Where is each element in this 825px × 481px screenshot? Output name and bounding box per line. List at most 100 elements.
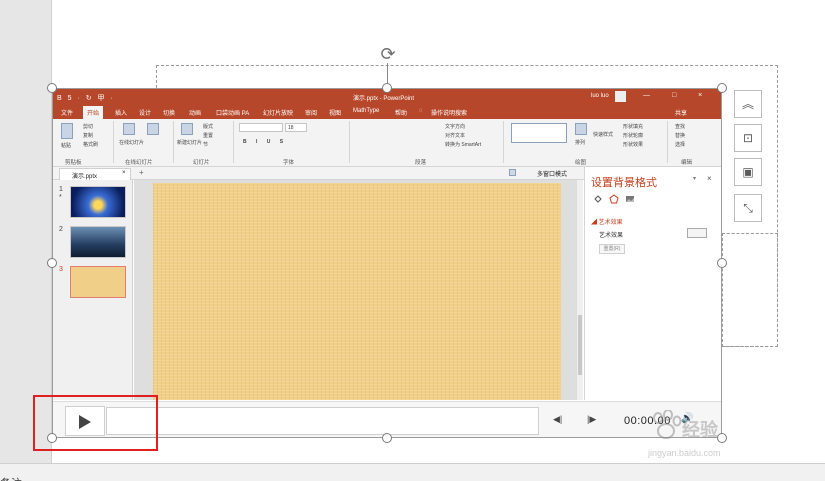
resize-handle-bottom[interactable]: [382, 433, 392, 443]
crop-resize-icon[interactable]: ⤡: [734, 194, 762, 222]
slide-thumbnail-3[interactable]: [70, 266, 126, 298]
new-slide-icon[interactable]: [181, 123, 193, 135]
slide-thumbnail-1[interactable]: [70, 186, 126, 218]
new-slide-icon[interactable]: [147, 123, 159, 135]
vertical-scrollbar[interactable]: [576, 180, 583, 400]
ribbon-home: 粘贴 剪切 复制 格式刷 剪贴板 在线幻灯片 在线幻灯片 新建幻灯片 版式 重置…: [53, 119, 721, 167]
ribbon-divider: [173, 121, 174, 163]
font-style-buttons[interactable]: B I U S: [243, 139, 287, 145]
artistic-effects-dropdown[interactable]: [687, 228, 707, 238]
document-tab-name: 演示.pptx: [72, 174, 98, 180]
document-tab[interactable]: 演示.pptx ×: [59, 168, 131, 180]
align-text-button[interactable]: 对齐文本: [445, 132, 465, 139]
slide-canvas[interactable]: [153, 183, 561, 400]
search-icon[interactable]: ◌: [419, 108, 423, 114]
window-title: 演示.pptx - PowerPoint: [353, 96, 415, 102]
add-tab-icon[interactable]: +: [139, 168, 144, 177]
watermark-title: 经验: [682, 420, 718, 440]
avatar[interactable]: [615, 91, 626, 102]
user-name[interactable]: luo luo: [591, 93, 609, 99]
font-name-field[interactable]: [239, 123, 283, 132]
cut-button[interactable]: 剪切: [83, 123, 93, 130]
tab-home[interactable]: 开始: [83, 106, 104, 119]
group-editing: 编辑: [681, 160, 693, 166]
tab-animations[interactable]: 动画: [189, 108, 201, 117]
close-icon[interactable]: ×: [122, 170, 126, 176]
notes-label[interactable]: 备注: [0, 475, 22, 481]
tab-file[interactable]: 文件: [61, 108, 73, 117]
notes-bar[interactable]: 备注: [0, 463, 825, 481]
reset-button[interactable]: 重置(R): [599, 244, 625, 254]
share-button[interactable]: 共享: [675, 108, 687, 117]
replace-button[interactable]: 替换: [675, 132, 685, 139]
resize-handle-left[interactable]: [47, 258, 57, 268]
effects-pentagon-icon[interactable]: [609, 194, 619, 204]
multi-window-toggle[interactable]: 多窗口模式: [537, 169, 567, 178]
section-button[interactable]: 节: [203, 141, 208, 148]
tab-mathtype[interactable]: MathType: [353, 108, 379, 114]
select-button[interactable]: 选择: [675, 141, 685, 148]
shapes-gallery[interactable]: [511, 123, 567, 143]
convert-smartart-button[interactable]: 转换为 SmartArt: [445, 141, 481, 148]
reset-button[interactable]: 重置: [203, 132, 213, 139]
rotate-handle-icon[interactable]: ⟳: [378, 44, 398, 64]
collapse-up-icon[interactable]: ︽: [734, 90, 762, 118]
previous-icon[interactable]: ◀|: [553, 414, 562, 425]
font-size-field[interactable]: 18: [285, 123, 307, 132]
seek-bar[interactable]: [106, 407, 539, 435]
resize-handle-top-right[interactable]: [717, 83, 727, 93]
arrange-button[interactable]: 排列: [575, 139, 585, 146]
resize-handle-right[interactable]: [717, 258, 727, 268]
tab-pocket-animation[interactable]: 口袋动画 PA: [216, 108, 249, 117]
tab-slideshow[interactable]: 幻灯片放映: [263, 108, 293, 117]
scrollbar-thumb[interactable]: [578, 315, 582, 375]
paste-label[interactable]: 粘贴: [61, 142, 71, 149]
paste-icon[interactable]: [61, 123, 73, 139]
highlight-annotation: [33, 395, 158, 451]
artistic-effects-section[interactable]: ◢ 艺术效果: [591, 217, 623, 226]
fill-bucket-icon[interactable]: [593, 194, 603, 204]
layout-button[interactable]: 版式: [203, 123, 213, 130]
quick-access-toolbar[interactable]: B 5 · ↻ 甲 ·: [57, 93, 115, 103]
embedded-screenshot[interactable]: B 5 · ↻ 甲 · 演示.pptx - PowerPoint luo luo…: [52, 88, 722, 438]
online-slides-button[interactable]: 在线幻灯片: [119, 139, 144, 146]
font-size-value: 18: [288, 125, 294, 131]
online-slides-icon[interactable]: [123, 123, 135, 135]
close-icon[interactable]: ×: [707, 174, 712, 183]
arrange-icon[interactable]: [575, 123, 587, 135]
chevron-down-icon[interactable]: ▾: [693, 175, 696, 182]
shape-fill-button[interactable]: 形状填充: [623, 123, 643, 130]
tab-help[interactable]: 帮助: [395, 108, 407, 117]
resize-handle-top-left[interactable]: [47, 83, 57, 93]
pane-title: 设置背景格式: [591, 177, 657, 189]
tab-insert[interactable]: 插入: [115, 108, 127, 117]
find-button[interactable]: 查找: [675, 123, 685, 130]
group-drawing: 绘图: [575, 160, 587, 166]
tab-transitions[interactable]: 切换: [163, 108, 175, 117]
paw-logo-icon: [653, 410, 682, 439]
group-paragraph: 段落: [415, 160, 427, 166]
quick-styles-button[interactable]: 快速样式: [593, 131, 613, 138]
new-slide-button[interactable]: 新建幻灯片: [177, 139, 202, 146]
slide-editing-area: [134, 180, 576, 400]
tab-review[interactable]: 审阅: [305, 108, 317, 117]
text-direction-button[interactable]: 文字方向: [445, 123, 465, 130]
window-controls[interactable]: — □ ×: [643, 92, 712, 99]
copy-button[interactable]: 复制: [83, 132, 93, 139]
tab-view[interactable]: 视图: [329, 108, 341, 117]
shape-outline-button[interactable]: 形状轮廓: [623, 132, 643, 139]
format-painter-button[interactable]: 格式刷: [83, 141, 98, 148]
ribbon-divider: [233, 121, 234, 163]
next-icon[interactable]: |▶: [587, 414, 596, 425]
tab-design[interactable]: 设计: [139, 108, 151, 117]
style-options-icon[interactable]: ▣: [734, 158, 762, 186]
shape-effects-button[interactable]: 形状效果: [623, 141, 643, 148]
slide-thumbnail-2[interactable]: [70, 226, 126, 258]
layout-options-icon[interactable]: ⊡: [734, 124, 762, 152]
group-font: 字体: [283, 160, 295, 166]
resize-handle-top[interactable]: [382, 83, 392, 93]
settings-icon[interactable]: [509, 169, 516, 176]
ribbon-divider: [667, 121, 668, 163]
tab-tell-me[interactable]: 操作说明搜索: [431, 108, 467, 117]
picture-icon[interactable]: [625, 194, 635, 204]
